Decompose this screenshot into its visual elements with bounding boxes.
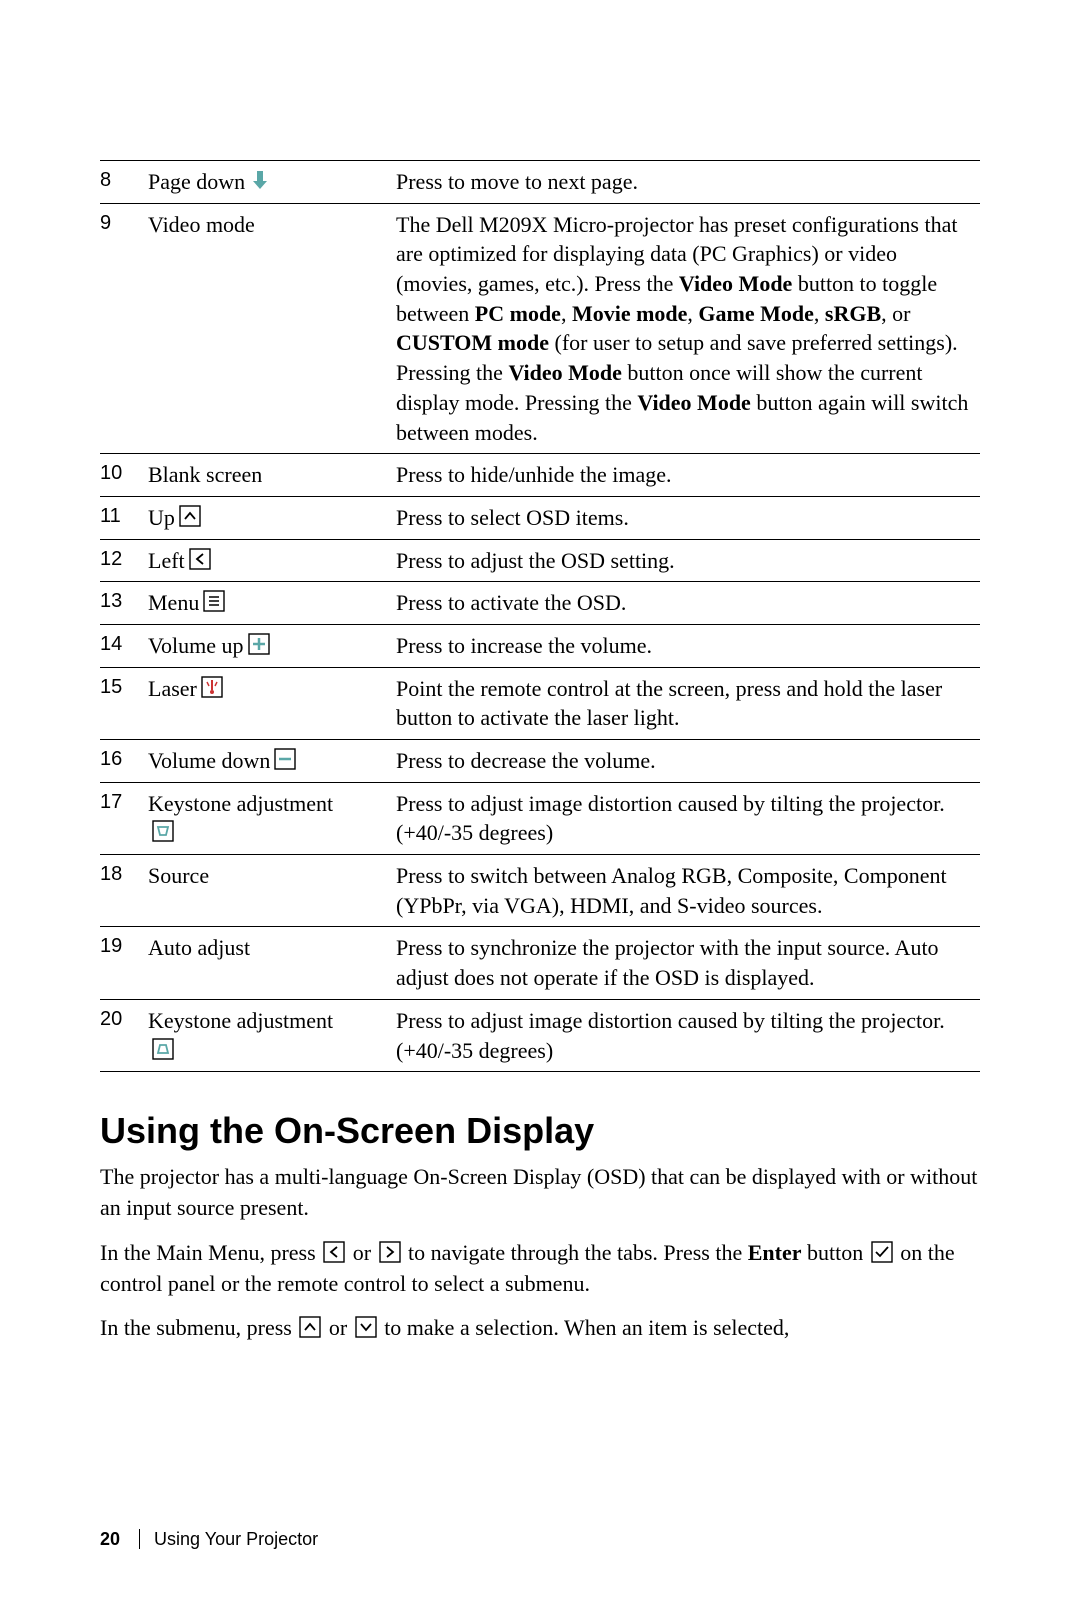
table-row: 12LeftPress to adjust the OSD setting. [100, 539, 980, 582]
row-name: Volume down [148, 740, 396, 783]
row-name: Laser [148, 667, 396, 739]
row-number: 10 [100, 454, 148, 497]
box-up-icon [179, 505, 201, 527]
row-name: Blank screen [148, 454, 396, 497]
table-row: 19Auto adjustPress to synchronize the pr… [100, 927, 980, 999]
row-name: Source [148, 855, 396, 927]
row-description: Press to increase the volume. [396, 624, 980, 667]
row-number: 17 [100, 782, 148, 854]
box-left-icon [189, 548, 211, 570]
table-row: 8Page down Press to move to next page. [100, 161, 980, 204]
row-description: Press to hide/unhide the image. [396, 454, 980, 497]
footer-section-title: Using Your Projector [154, 1529, 318, 1549]
box-keystone-up-icon [152, 1038, 174, 1060]
row-name: Auto adjust [148, 927, 396, 999]
row-description: Press to switch between Analog RGB, Comp… [396, 855, 980, 927]
row-number: 9 [100, 203, 148, 454]
footer-divider [139, 1529, 140, 1549]
row-number: 12 [100, 539, 148, 582]
down-arrow-icon [355, 1316, 377, 1338]
row-number: 8 [100, 161, 148, 204]
row-name: Up [148, 496, 396, 539]
row-number: 19 [100, 927, 148, 999]
row-number: 11 [100, 496, 148, 539]
up-arrow-icon [299, 1316, 321, 1338]
page-number: 20 [100, 1529, 120, 1549]
row-description: Press to adjust image distortion caused … [396, 999, 980, 1071]
table-row: 11UpPress to select OSD items. [100, 496, 980, 539]
box-plus-icon [248, 633, 270, 655]
right-arrow-icon [379, 1241, 401, 1263]
enter-check-icon [871, 1241, 893, 1263]
arrow-down-teal-icon [249, 169, 271, 191]
osd-mainmenu-paragraph: In the Main Menu, press or to navigate t… [100, 1238, 980, 1300]
row-name: Keystone adjustment [148, 999, 396, 1071]
table-row: 9Video modeThe Dell M209X Micro-projecto… [100, 203, 980, 454]
row-description: Press to select OSD items. [396, 496, 980, 539]
row-description: Press to adjust the OSD setting. [396, 539, 980, 582]
left-arrow-icon [323, 1241, 345, 1263]
row-name: Volume up [148, 624, 396, 667]
row-description: Press to move to next page. [396, 161, 980, 204]
row-number: 18 [100, 855, 148, 927]
table-row: 16Volume downPress to decrease the volum… [100, 740, 980, 783]
row-number: 15 [100, 667, 148, 739]
osd-submenu-paragraph: In the submenu, press or to make a selec… [100, 1313, 980, 1344]
row-number: 14 [100, 624, 148, 667]
box-keystone-down-icon [152, 820, 174, 842]
table-row: 14Volume up Press to increase the volume… [100, 624, 980, 667]
osd-intro-paragraph: The projector has a multi-language On-Sc… [100, 1162, 980, 1224]
row-description: Press to adjust image distortion caused … [396, 782, 980, 854]
row-name: Video mode [148, 203, 396, 454]
table-row: 13Menu Press to activate the OSD. [100, 582, 980, 625]
row-name: Menu [148, 582, 396, 625]
row-description: Press to activate the OSD. [396, 582, 980, 625]
row-name: Page down [148, 161, 396, 204]
row-number: 13 [100, 582, 148, 625]
box-menu-icon [203, 590, 225, 612]
table-row: 10Blank screenPress to hide/unhide the i… [100, 454, 980, 497]
table-row: 17Keystone adjustmentPress to adjust ima… [100, 782, 980, 854]
row-number: 16 [100, 740, 148, 783]
row-number: 20 [100, 999, 148, 1071]
box-minus-icon [274, 748, 296, 770]
row-description: Press to decrease the volume. [396, 740, 980, 783]
table-row: 15Laser Point the remote control at the … [100, 667, 980, 739]
table-row: 20Keystone adjustmentPress to adjust ima… [100, 999, 980, 1071]
table-row: 18SourcePress to switch between Analog R… [100, 855, 980, 927]
page-footer: 20 Using Your Projector [100, 1529, 318, 1550]
row-name: Keystone adjustment [148, 782, 396, 854]
row-name: Left [148, 539, 396, 582]
row-description: Press to synchronize the projector with … [396, 927, 980, 999]
box-laser-icon [201, 676, 223, 698]
section-heading: Using the On-Screen Display [100, 1110, 980, 1152]
row-description: Point the remote control at the screen, … [396, 667, 980, 739]
remote-buttons-table: 8Page down Press to move to next page.9V… [100, 160, 980, 1072]
row-description: The Dell M209X Micro-projector has prese… [396, 203, 980, 454]
